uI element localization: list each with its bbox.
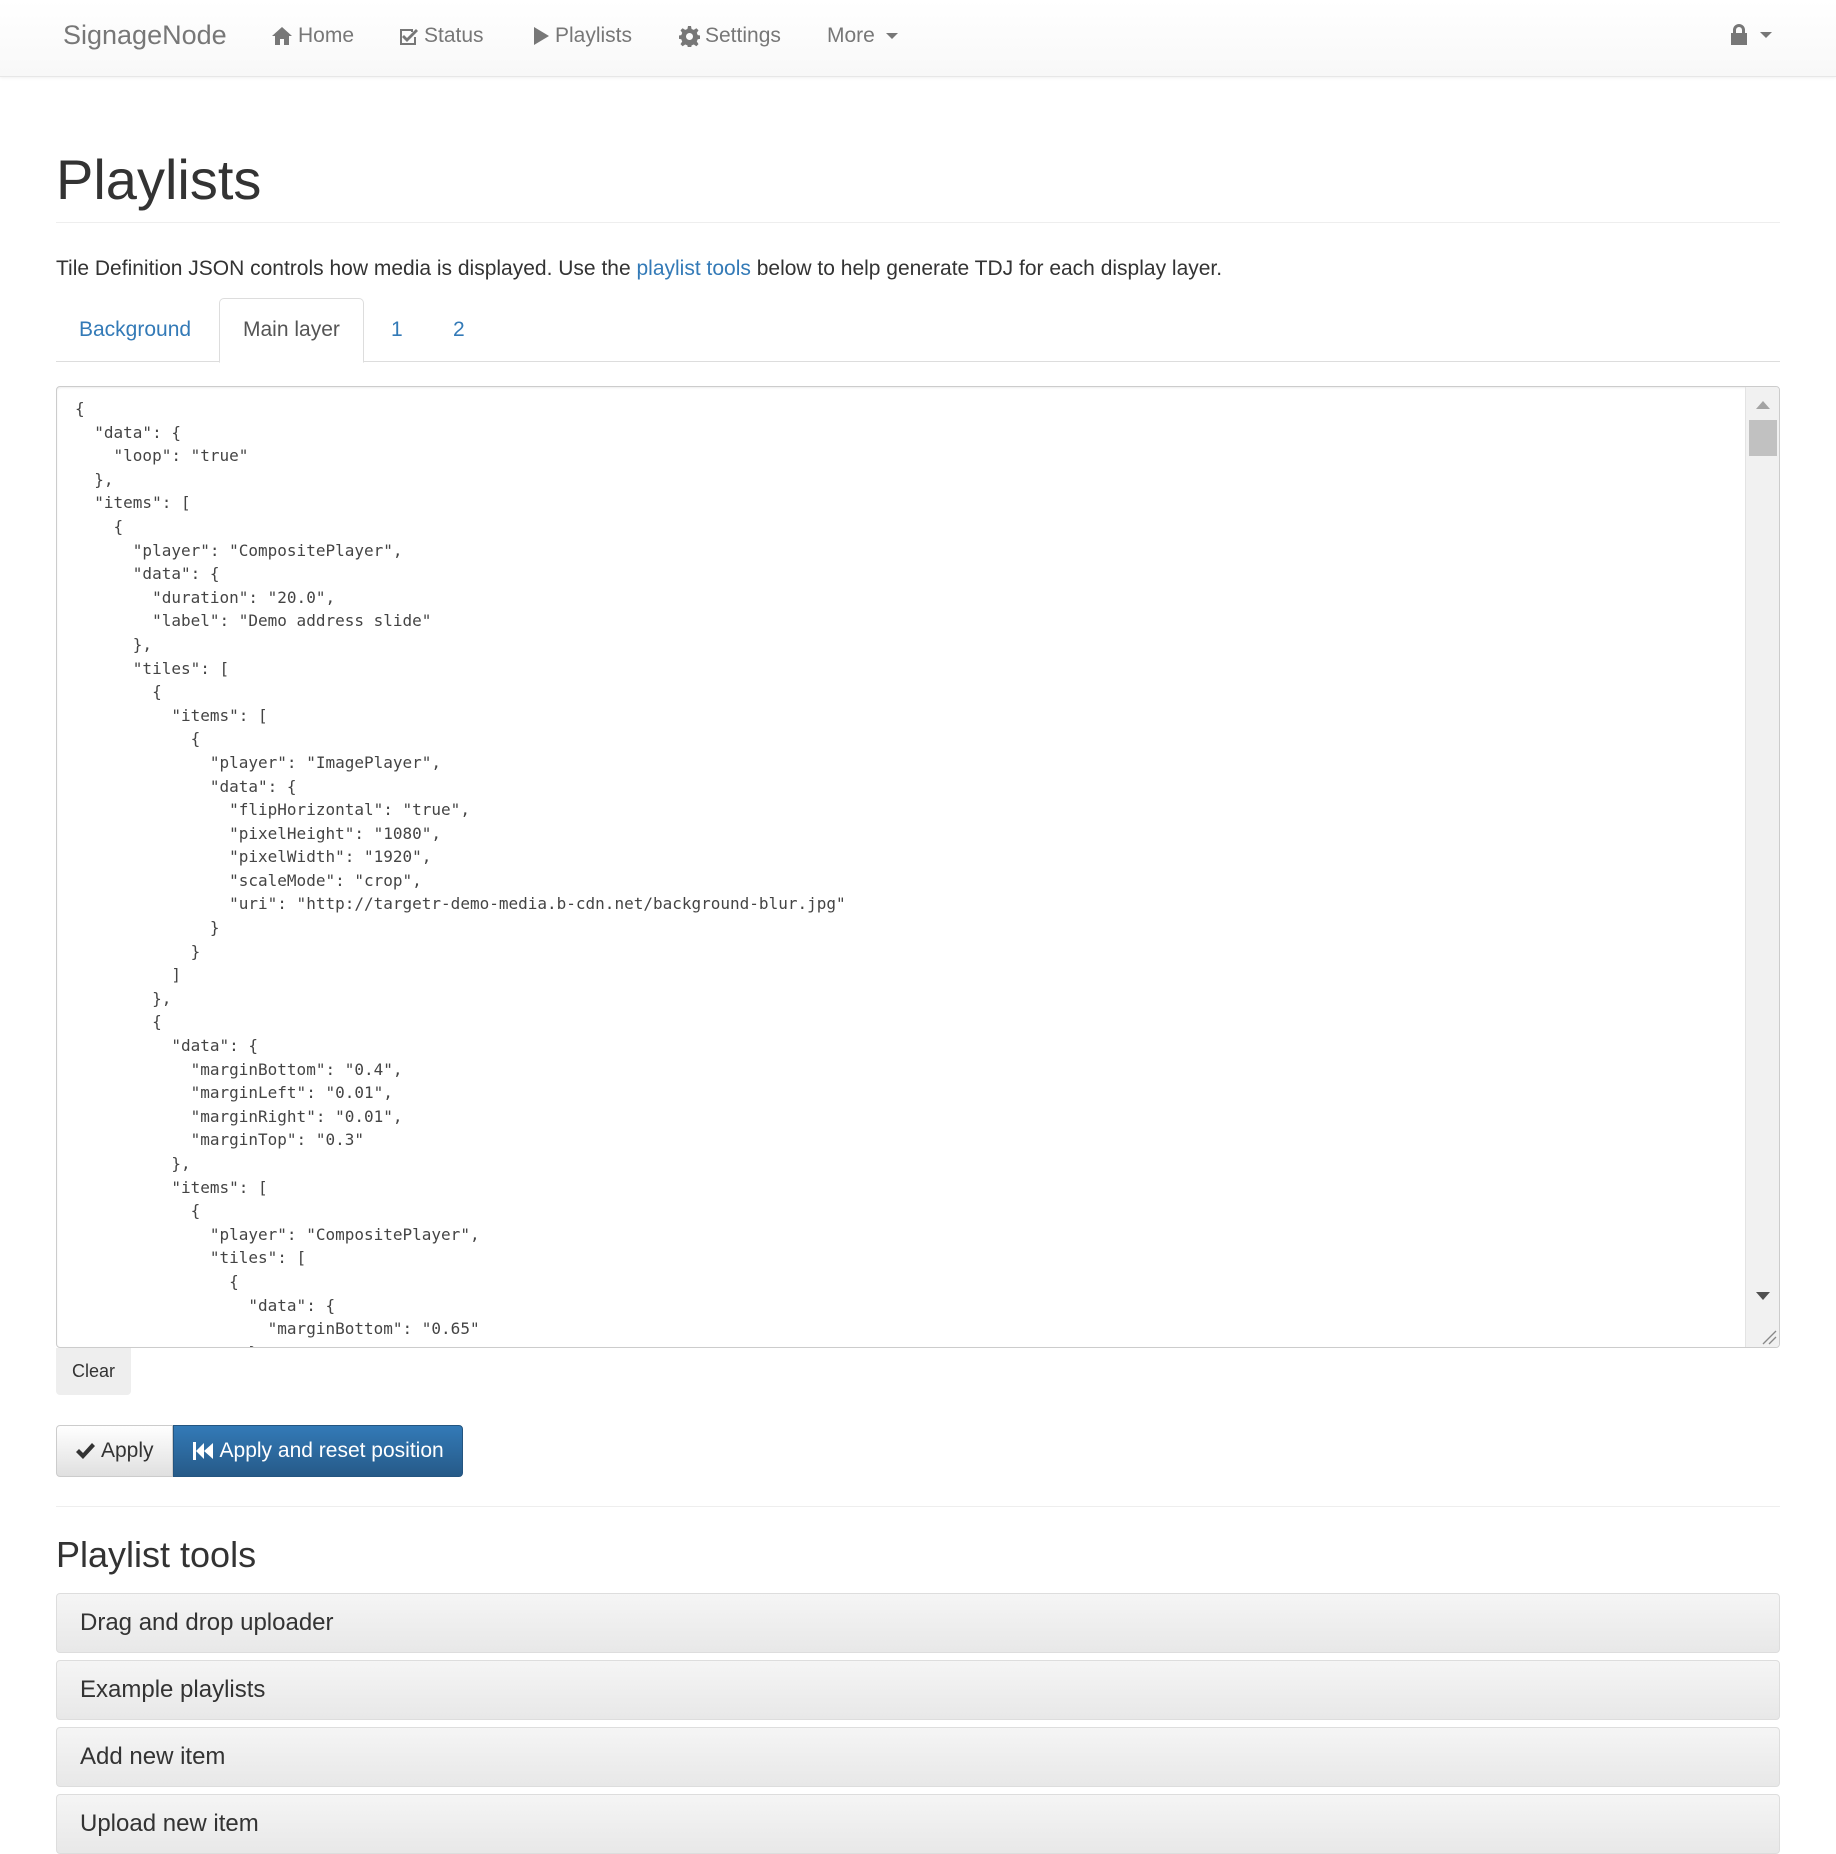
check-icon bbox=[76, 1443, 95, 1459]
apply-button-label: Apply bbox=[101, 1439, 154, 1462]
nav-more-dropdown[interactable]: More bbox=[827, 24, 898, 48]
nav-home[interactable]: Home bbox=[271, 24, 354, 48]
chevron-down-icon bbox=[885, 33, 898, 39]
tab-main-layer[interactable]: Main layer bbox=[219, 298, 364, 363]
fast-backward-icon bbox=[192, 1442, 213, 1460]
apply-button-group: Apply Apply and reset position bbox=[56, 1425, 463, 1477]
tdj-editor-content: { "data": { "loop": "true" }, "items": [… bbox=[75, 399, 846, 1347]
scrollbar-thumb[interactable] bbox=[1749, 420, 1777, 456]
intro-text: Tile Definition JSON controls how media … bbox=[56, 257, 1222, 281]
tab-2[interactable]: 2 bbox=[430, 298, 488, 362]
home-icon bbox=[272, 27, 292, 45]
scroll-up-arrow-icon[interactable] bbox=[1756, 401, 1770, 409]
editor-scrollbar[interactable] bbox=[1745, 387, 1779, 1347]
nav-playlists-label: Playlists bbox=[555, 24, 633, 47]
panel-example-playlists[interactable]: Example playlists bbox=[56, 1660, 1780, 1720]
lock-icon bbox=[1731, 24, 1747, 45]
nav-status-label: Status bbox=[424, 24, 484, 47]
clear-button[interactable]: Clear bbox=[56, 1348, 132, 1395]
play-icon bbox=[534, 27, 549, 45]
title-divider bbox=[56, 222, 1780, 223]
brand-link[interactable]: SignageNode bbox=[63, 20, 227, 51]
apply-button[interactable]: Apply bbox=[56, 1425, 173, 1477]
intro-after: below to help generate TDJ for each disp… bbox=[750, 257, 1223, 280]
user-menu-dropdown[interactable] bbox=[1729, 24, 1772, 46]
nav-playlists[interactable]: Playlists bbox=[532, 24, 632, 48]
check-square-icon bbox=[400, 28, 418, 45]
panel-drag-drop-uploader[interactable]: Drag and drop uploader bbox=[56, 1593, 1780, 1653]
panel-upload-new-item[interactable]: Upload new item bbox=[56, 1794, 1780, 1854]
layer-tabs: Background Main layer 1 2 bbox=[56, 298, 1780, 363]
scroll-down-arrow-icon[interactable] bbox=[1756, 1292, 1770, 1300]
chevron-down-icon bbox=[1760, 32, 1772, 38]
apply-reset-button-label: Apply and reset position bbox=[219, 1439, 444, 1462]
nav-settings-label: Settings bbox=[705, 24, 781, 47]
apply-reset-button[interactable]: Apply and reset position bbox=[172, 1425, 463, 1477]
nav-home-label: Home bbox=[298, 24, 355, 47]
nav-more-label: More bbox=[827, 24, 875, 47]
playlist-tools-heading: Playlist tools bbox=[56, 1534, 257, 1575]
panel-add-new-item[interactable]: Add new item bbox=[56, 1727, 1780, 1787]
nav-settings[interactable]: Settings bbox=[679, 24, 781, 48]
tdj-editor-textarea[interactable]: { "data": { "loop": "true" }, "items": [… bbox=[56, 386, 1780, 1348]
nav-status[interactable]: Status bbox=[398, 24, 484, 48]
section-divider bbox=[56, 1506, 1780, 1507]
page-title: Playlists bbox=[56, 148, 262, 211]
tab-background[interactable]: Background bbox=[56, 298, 214, 362]
gear-icon bbox=[679, 25, 700, 47]
intro-before: Tile Definition JSON controls how media … bbox=[56, 257, 637, 280]
tab-1[interactable]: 1 bbox=[368, 298, 426, 362]
resize-handle-icon[interactable] bbox=[1759, 1327, 1777, 1345]
navbar: SignageNode Home Status Playlists Settin… bbox=[0, 0, 1836, 77]
playlist-tools-link[interactable]: playlist tools bbox=[636, 257, 750, 280]
